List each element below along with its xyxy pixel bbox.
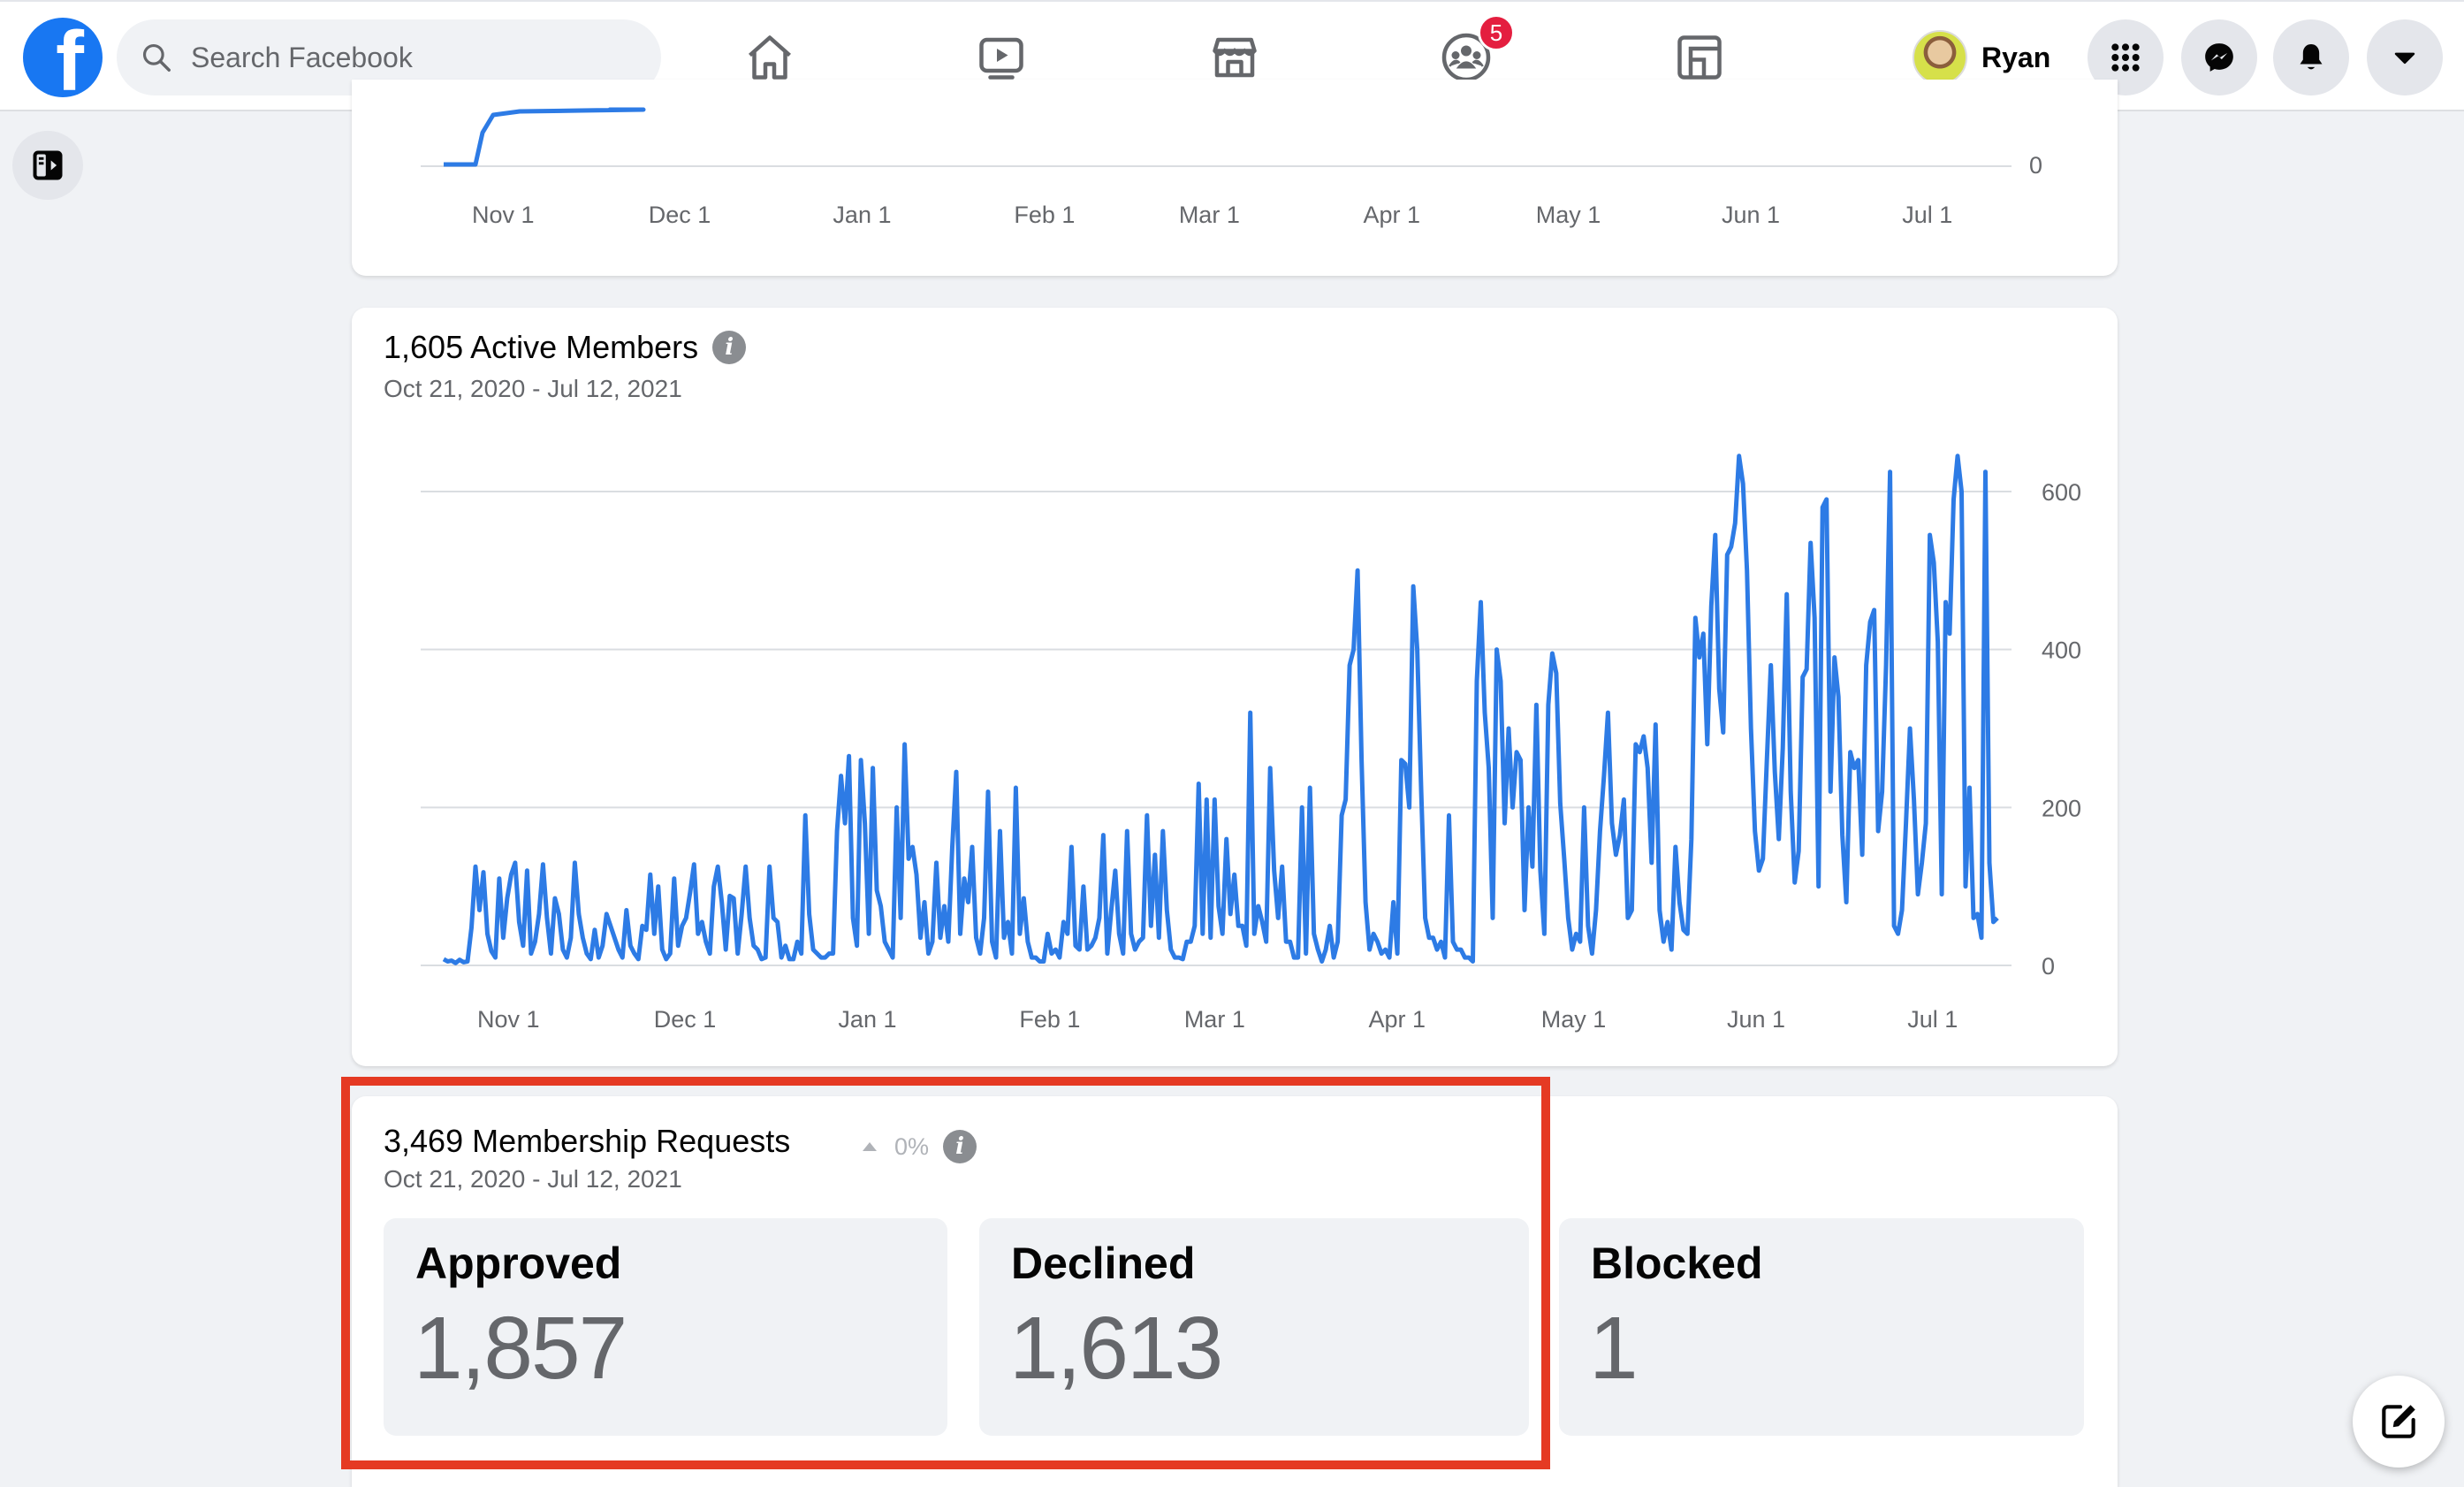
compose-icon — [2382, 1405, 2415, 1438]
x-tick-label: Nov 1 — [472, 202, 535, 228]
y-tick-label: 200 — [2042, 795, 2081, 821]
notifications-button[interactable] — [2273, 19, 2349, 95]
home-icon — [749, 35, 791, 80]
x-tick-label: Apr 1 — [1363, 202, 1420, 228]
chart-line — [444, 107, 646, 167]
x-tick-label: Jun 1 — [1722, 202, 1780, 228]
active-members-chart: Nov 1 Dec 1 Jan 1 Feb 1 Mar 1 Apr 1 May 1 Jun 1… — [421, 454, 2081, 1033]
blocked-label: Blocked — [1591, 1239, 1763, 1288]
bell-icon — [2300, 44, 2323, 70]
x-tick-label: Jan 1 — [833, 202, 891, 228]
x-tick-label: Nov 1 — [477, 1006, 540, 1033]
search-input[interactable]: Search Facebook — [191, 42, 413, 74]
new-message-button[interactable] — [2353, 1376, 2445, 1468]
highlight-annotation-box — [341, 1077, 1550, 1469]
account-button[interactable] — [2367, 19, 2443, 95]
facebook-logo-icon[interactable]: f — [23, 18, 103, 97]
video-icon — [979, 37, 1023, 80]
messenger-icon — [2205, 43, 2233, 72]
messenger-button[interactable] — [2181, 19, 2257, 95]
x-tick-label: Mar 1 — [1179, 202, 1240, 228]
notification-badge: 5 — [1478, 14, 1515, 51]
blocked-value: 1 — [1589, 1299, 1639, 1398]
x-tick-label: Jun 1 — [1727, 1006, 1785, 1033]
avatar — [1913, 30, 1967, 85]
previous-chart: Nov 1 Dec 1 Jan 1 Feb 1 Mar 1 Apr 1 May 1 Jun 1… — [421, 107, 2042, 228]
active-members-card: 1,605 Active Members i Oct 21, 2020 - Ju… — [352, 308, 2118, 1066]
x-tick-label: Jul 1 — [1907, 1006, 1958, 1033]
x-tick-label: Feb 1 — [1019, 1006, 1080, 1033]
y-tick-label: 0 — [2029, 152, 2042, 179]
caret-down-icon — [2394, 52, 2415, 65]
x-tick-label: Jul 1 — [1902, 202, 1952, 228]
x-tick-label: Apr 1 — [1368, 1006, 1426, 1033]
sidebar-toggle-button[interactable] — [12, 131, 83, 200]
sidebar-panel-icon — [33, 150, 63, 180]
x-tick-label: May 1 — [1536, 202, 1601, 228]
profile-name: Ryan — [1981, 41, 2051, 73]
apps-grid-icon — [2111, 43, 2140, 72]
active-members-line — [442, 454, 1999, 965]
x-tick-label: Dec 1 — [654, 1006, 717, 1033]
y-tick-label: 600 — [2042, 479, 2081, 506]
blocked-stat-tile: Blocked 1 — [1559, 1218, 2084, 1436]
y-tick-label: 400 — [2042, 637, 2081, 664]
marketplace-icon — [1213, 37, 1257, 78]
y-tick-label: 0 — [2042, 953, 2055, 980]
x-tick-label: Jan 1 — [838, 1006, 896, 1033]
gaming-icon — [1677, 35, 1722, 80]
x-tick-label: May 1 — [1541, 1006, 1607, 1033]
previous-chart-card: Nov 1 Dec 1 Jan 1 Feb 1 Mar 1 Apr 1 May 1 Jun 1… — [352, 80, 2118, 276]
x-tick-label: Feb 1 — [1014, 202, 1075, 228]
search-icon — [142, 43, 171, 72]
x-tick-label: Dec 1 — [649, 202, 711, 228]
x-tick-label: Mar 1 — [1184, 1006, 1245, 1033]
